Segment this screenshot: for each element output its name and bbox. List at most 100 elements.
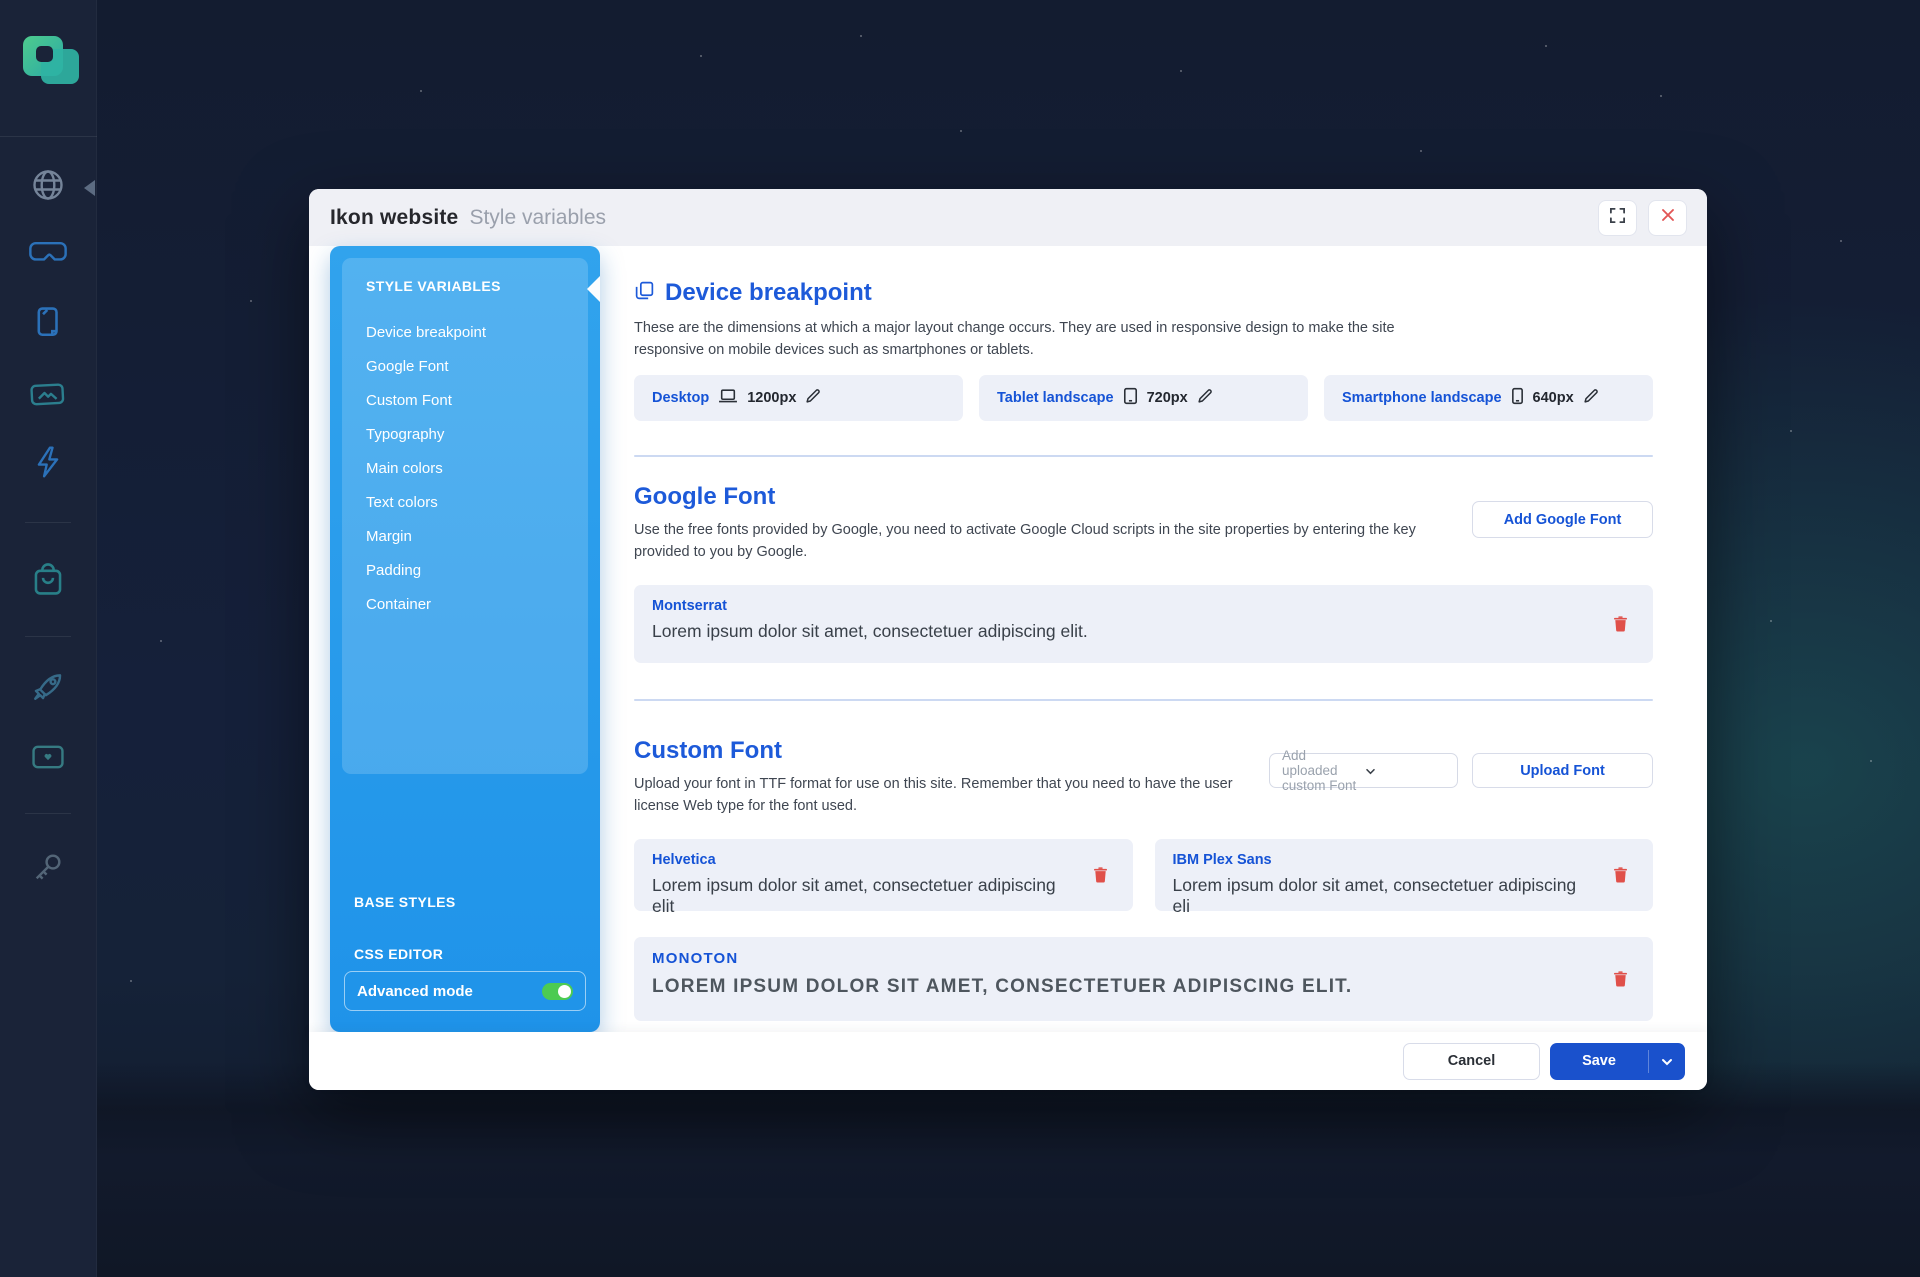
breakpoint-value: 640px [1533,390,1574,406]
sidebar-item-container[interactable]: Container [342,588,588,622]
section-device-breakpoint: Device breakpoint These are the dimensio… [634,279,1653,421]
cancel-button[interactable]: Cancel [1403,1043,1540,1080]
rocket-icon [31,669,65,708]
breakpoint-label: Tablet landscape [997,390,1114,406]
add-google-font-button[interactable]: Add Google Font [1472,501,1653,538]
smartphone-icon [35,305,61,344]
globe-icon [30,167,66,208]
advanced-mode-row[interactable]: Advanced mode [344,971,586,1011]
payment-card-icon [31,744,65,775]
sidebar-item-main-colors[interactable]: Main colors [342,452,588,486]
tablet-icon [1123,387,1138,410]
sidebar-item-mobile[interactable] [0,305,97,344]
vr-goggles-icon [29,240,67,269]
section-title: Device breakpoint [665,279,872,307]
modal-header: Ikon website Style variables [309,189,1707,246]
ikon-logo[interactable] [11,36,85,114]
custom-font-card-ibm-plex-sans: IBM Plex Sans Lorem ipsum dolor sit amet… [1155,839,1654,911]
delete-font-button[interactable] [1614,867,1627,883]
breakpoint-card-tablet[interactable]: Tablet landscape 720px [979,375,1308,421]
font-sample: Lorem ipsum dolor sit amet, consectetuer… [652,621,1593,642]
style-variables-group: STYLE VARIABLES Device breakpoint Google… [342,258,588,774]
sidebar-item-base-styles[interactable]: BASE STYLES [354,894,456,910]
upload-font-button[interactable]: Upload Font [1472,753,1653,788]
sidebar-item-padding[interactable]: Padding [342,554,588,588]
breakpoint-label: Desktop [652,390,709,406]
font-name: IBM Plex Sans [1173,852,1594,868]
shopping-bag-icon [32,563,64,602]
delete-font-button[interactable] [1614,616,1627,632]
custom-font-select[interactable]: Add uploaded custom Font [1269,753,1458,788]
modal-subtitle: Style variables [469,206,606,230]
custom-font-card-monoton: Monoton Lorem ipsum dolor sit amet, cons… [634,937,1653,1021]
trash-icon [1614,620,1627,635]
lightning-icon [35,445,61,484]
sidebar-item-device-breakpoint[interactable]: Device breakpoint [342,316,588,350]
font-name: Montserrat [652,598,1593,614]
modal-footer: Cancel Save [309,1032,1707,1090]
font-sample: Lorem ipsum dolor sit amet, consectetuer… [652,976,1593,998]
delete-font-button[interactable] [1614,971,1627,987]
close-icon [1661,208,1675,227]
breakpoint-card-smartphone[interactable]: Smartphone landscape 640px [1324,375,1653,421]
group-title-style-variables: STYLE VARIABLES [342,278,588,294]
breakpoint-label: Smartphone landscape [1342,390,1502,406]
sidebar-item-automation[interactable] [0,445,97,484]
font-sample: Lorem ipsum dolor sit amet, consectetuer… [1173,875,1594,917]
edit-pencil-icon[interactable] [1197,388,1213,409]
trash-icon [1094,871,1107,886]
sidebar-divider [25,522,71,523]
custom-font-card-helvetica: Helvetica Lorem ipsum dolor sit amet, co… [634,839,1133,911]
sidebar-divider [25,636,71,637]
chevron-down-icon [1365,763,1448,778]
close-button[interactable] [1648,200,1687,236]
sidebar-item-vr[interactable] [0,240,97,269]
section-custom-font: Custom Font Upload your font in TTF form… [634,737,1653,1021]
sidebar-item-google-font[interactable]: Google Font [342,350,588,384]
advanced-mode-toggle[interactable] [542,983,573,1000]
sidebar-item-websites[interactable] [0,167,97,208]
fullscreen-button[interactable] [1598,200,1637,236]
modal-title: Ikon website [330,206,458,230]
active-indicator-icon [84,180,95,196]
edit-pencil-icon[interactable] [805,388,821,409]
section-divider [634,455,1653,457]
fullscreen-icon [1609,207,1626,229]
sidebar-item-payments[interactable] [0,744,97,775]
edit-pencil-icon[interactable] [1583,388,1599,409]
trash-icon [1614,871,1627,886]
sidebar-item-typography[interactable]: Typography [342,418,588,452]
toggle-knob [558,985,571,998]
sidebar-item-shop[interactable] [0,563,97,602]
font-sample: Lorem ipsum dolor sit amet, consectetuer… [652,875,1073,917]
chevron-down-icon [1661,1054,1673,1069]
smartphone-icon [1511,387,1524,410]
section-google-font: Google Font Use the free fonts provided … [634,483,1653,663]
media-card-icon [29,378,67,413]
advanced-mode-label: Advanced mode [357,983,473,1000]
sidebar-item-css-editor[interactable]: CSS EDITOR [354,946,443,962]
style-settings-sidebar: STYLE VARIABLES Device breakpoint Google… [330,246,600,1032]
sidebar-item-margin[interactable]: Margin [342,520,588,554]
app-sidebar [0,0,97,1277]
key-icon [31,850,65,889]
sidebar-item-custom-font[interactable]: Custom Font [342,384,588,418]
section-description: These are the dimensions at which a majo… [634,317,1434,361]
breakpoint-card-desktop[interactable]: Desktop 1200px [634,375,963,421]
breakpoint-value: 1200px [747,390,796,406]
sidebar-item-text-colors[interactable]: Text colors [342,486,588,520]
sidebar-item-media[interactable] [0,378,97,413]
sidebar-item-access[interactable] [0,850,97,889]
sidebar-divider [25,813,71,814]
section-description: Upload your font in TTF format for use o… [634,773,1274,817]
delete-font-button[interactable] [1094,867,1107,883]
sidebar-item-launch[interactable] [0,669,97,708]
save-options-chevron[interactable] [1649,1054,1685,1069]
google-font-card-montserrat: Montserrat Lorem ipsum dolor sit amet, c… [634,585,1653,663]
sidebar-divider [0,136,97,137]
save-button[interactable]: Save [1550,1043,1685,1080]
font-name: Helvetica [652,852,1073,868]
sidebar-notch [587,276,600,302]
style-variables-modal: Ikon website Style variables STYLE VARIA… [309,189,1707,1090]
save-button-label: Save [1550,1053,1648,1069]
